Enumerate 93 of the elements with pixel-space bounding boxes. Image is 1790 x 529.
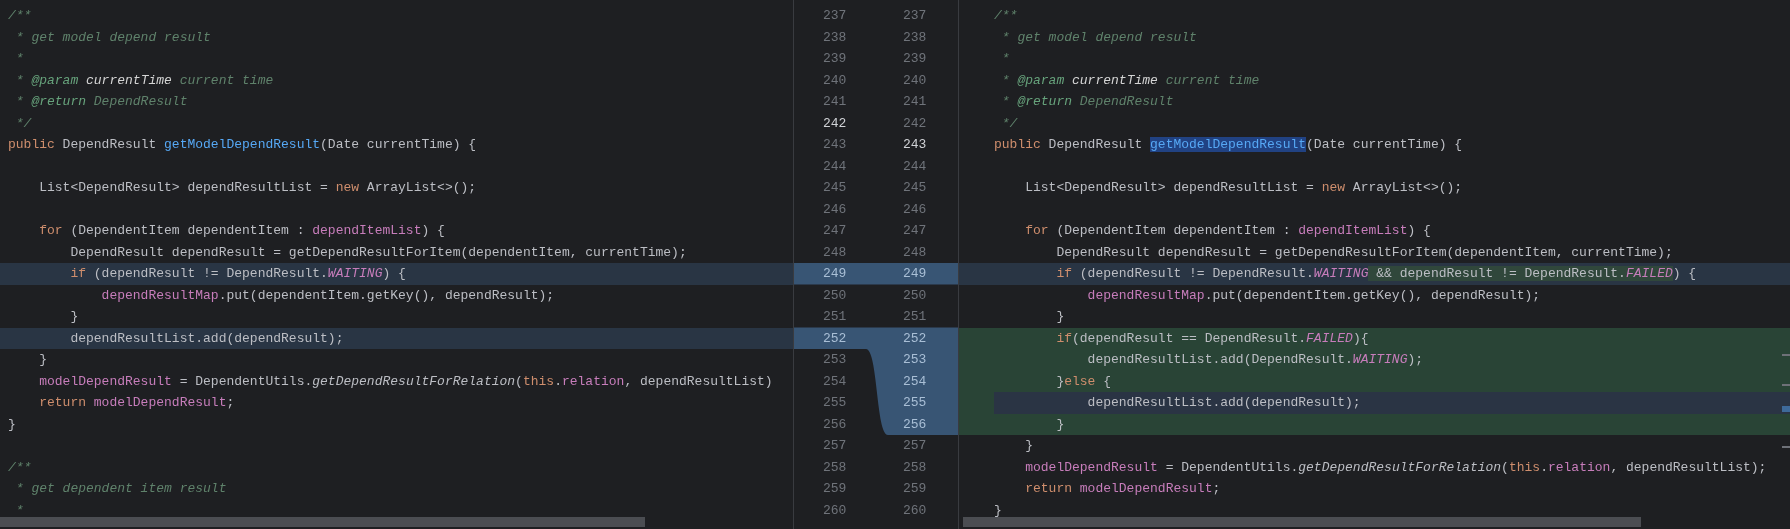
code-line: List<DependResult> dependResultList = new ArrayList<>(); — [1024, 179, 1463, 197]
code-line: dependResultMap.put(dependentItem.getKey(), dependResult); — [100, 286, 555, 305]
line-number: 240 — [903, 71, 927, 90]
line-number: 250 — [903, 286, 927, 305]
code-line: } — [8, 415, 16, 434]
code-line: * @return DependResult — [1000, 93, 1174, 111]
line-number: 260 — [823, 501, 847, 520]
line-number: 254 — [903, 372, 927, 391]
line-number: 255 — [823, 394, 847, 412]
code-line: if(dependResult == DependResult.FAILED){ — [1055, 329, 1369, 348]
line-number: 252 — [903, 329, 927, 348]
line-number: 259 — [903, 480, 927, 498]
code-line: return modelDependResult; — [38, 394, 235, 412]
code-line: for (DependentItem dependentItem : dependItemList) { — [38, 222, 445, 240]
line-number: 240 — [823, 71, 847, 90]
code-line: } — [1055, 415, 1065, 434]
line-number: 247 — [823, 222, 847, 240]
code-line: DependResult dependResult = getDependResultForItem(dependentItem, currentTime); — [69, 243, 687, 262]
code-line: * get model depend result — [1000, 28, 1197, 47]
line-number: 242 — [823, 114, 847, 133]
line-number: 241 — [903, 93, 927, 111]
code-line: /** — [8, 458, 32, 477]
line-number: 257 — [823, 437, 847, 455]
line-number: 255 — [903, 394, 927, 412]
code-line: public DependResult getModelDependResult(Date currentTime) { — [8, 136, 477, 154]
code-line: modelDependResult = DependentUtils.getDependResultForRelation(this.relation, dependResultList); — [1024, 458, 1767, 477]
code-line: public DependResult getModelDependResult(Date currentTime) { — [994, 136, 1463, 154]
line-number: 245 — [823, 179, 847, 197]
line-number: 247 — [903, 222, 927, 240]
code-line: modelDependResult = DependentUtils.getDependResultForRelation(this.relation, dependResultList) — [38, 372, 773, 391]
code-line: return modelDependResult; — [1024, 480, 1221, 498]
line-number: 242 — [903, 114, 927, 133]
line-number: 250 — [823, 286, 847, 305]
line-number: 253 — [823, 351, 847, 369]
line-number: 237 — [903, 7, 927, 25]
code-line: * get model depend result — [14, 28, 211, 47]
line-number: 243 — [823, 136, 847, 154]
code-line: for (DependentItem dependentItem : dependItemList) { — [1024, 222, 1431, 240]
line-number: 241 — [823, 93, 847, 111]
line-number: 253 — [903, 351, 927, 369]
code-line: * — [14, 501, 24, 520]
line-number: 244 — [903, 157, 927, 176]
code-line: dependResultList.add(dependResult); — [1086, 394, 1361, 412]
line-number: 243 — [903, 136, 927, 154]
line-number: 258 — [823, 458, 847, 477]
line-number: 254 — [823, 372, 847, 391]
code-line: } — [38, 351, 47, 369]
code-line: if (dependResult != DependResult.WAITING && dependResult != DependResult.FAILED) { — [1055, 265, 1697, 283]
line-number: 245 — [903, 179, 927, 197]
code-line: dependResultList.add(dependResult); — [69, 329, 344, 348]
code-line: */ — [1000, 114, 1018, 133]
code-line: dependResultMap.put(dependentItem.getKey(), dependResult); — [1086, 286, 1541, 305]
code-line: */ — [14, 114, 32, 133]
code-line: }else { — [1055, 372, 1112, 391]
line-number: 256 — [903, 415, 927, 434]
line-number: 246 — [823, 200, 847, 219]
line-number: 257 — [903, 437, 927, 455]
line-number: 237 — [823, 7, 847, 25]
line-number: 249 — [903, 265, 927, 283]
line-number: 238 — [823, 28, 847, 47]
code-line: dependResultList.add(DependResult.WAITING); — [1086, 351, 1424, 369]
code-line: * @return DependResult — [14, 93, 188, 111]
code-line: * get dependent item result — [14, 480, 227, 498]
code-line: } — [69, 308, 79, 326]
line-number: 259 — [823, 480, 847, 498]
horizontal-scrollbar[interactable] — [0, 517, 645, 527]
code-line: } — [1055, 308, 1065, 326]
line-number: 248 — [903, 243, 927, 262]
line-number: 244 — [823, 157, 847, 176]
code-line: } — [1024, 437, 1033, 455]
line-number: 248 — [823, 243, 847, 262]
line-number: 246 — [903, 200, 927, 219]
code-line: * — [1000, 50, 1010, 68]
code-line: * @param currentTime current time — [1000, 71, 1260, 90]
code-line: List<DependResult> dependResultList = new ArrayList<>(); — [38, 179, 477, 197]
line-number: 260 — [903, 501, 927, 520]
line-number: 249 — [823, 265, 847, 283]
line-number: 256 — [823, 415, 847, 434]
code-line: /** — [8, 7, 32, 25]
code-line: } — [994, 501, 1002, 520]
horizontal-scrollbar[interactable] — [963, 517, 1641, 527]
line-number: 239 — [903, 50, 927, 68]
line-number: 252 — [823, 329, 847, 348]
line-number: 238 — [903, 28, 927, 47]
line-number: 258 — [903, 458, 927, 477]
line-number: 239 — [823, 50, 847, 68]
code-line: * — [14, 50, 24, 68]
line-number: 251 — [823, 308, 847, 326]
code-line: /** — [994, 7, 1018, 25]
code-line: if (dependResult != DependResult.WAITING) { — [69, 265, 406, 283]
code-line: DependResult dependResult = getDependResultForItem(dependentItem, currentTime); — [1055, 243, 1673, 262]
code-line: * @param currentTime current time — [14, 71, 274, 90]
line-number: 251 — [903, 308, 927, 326]
